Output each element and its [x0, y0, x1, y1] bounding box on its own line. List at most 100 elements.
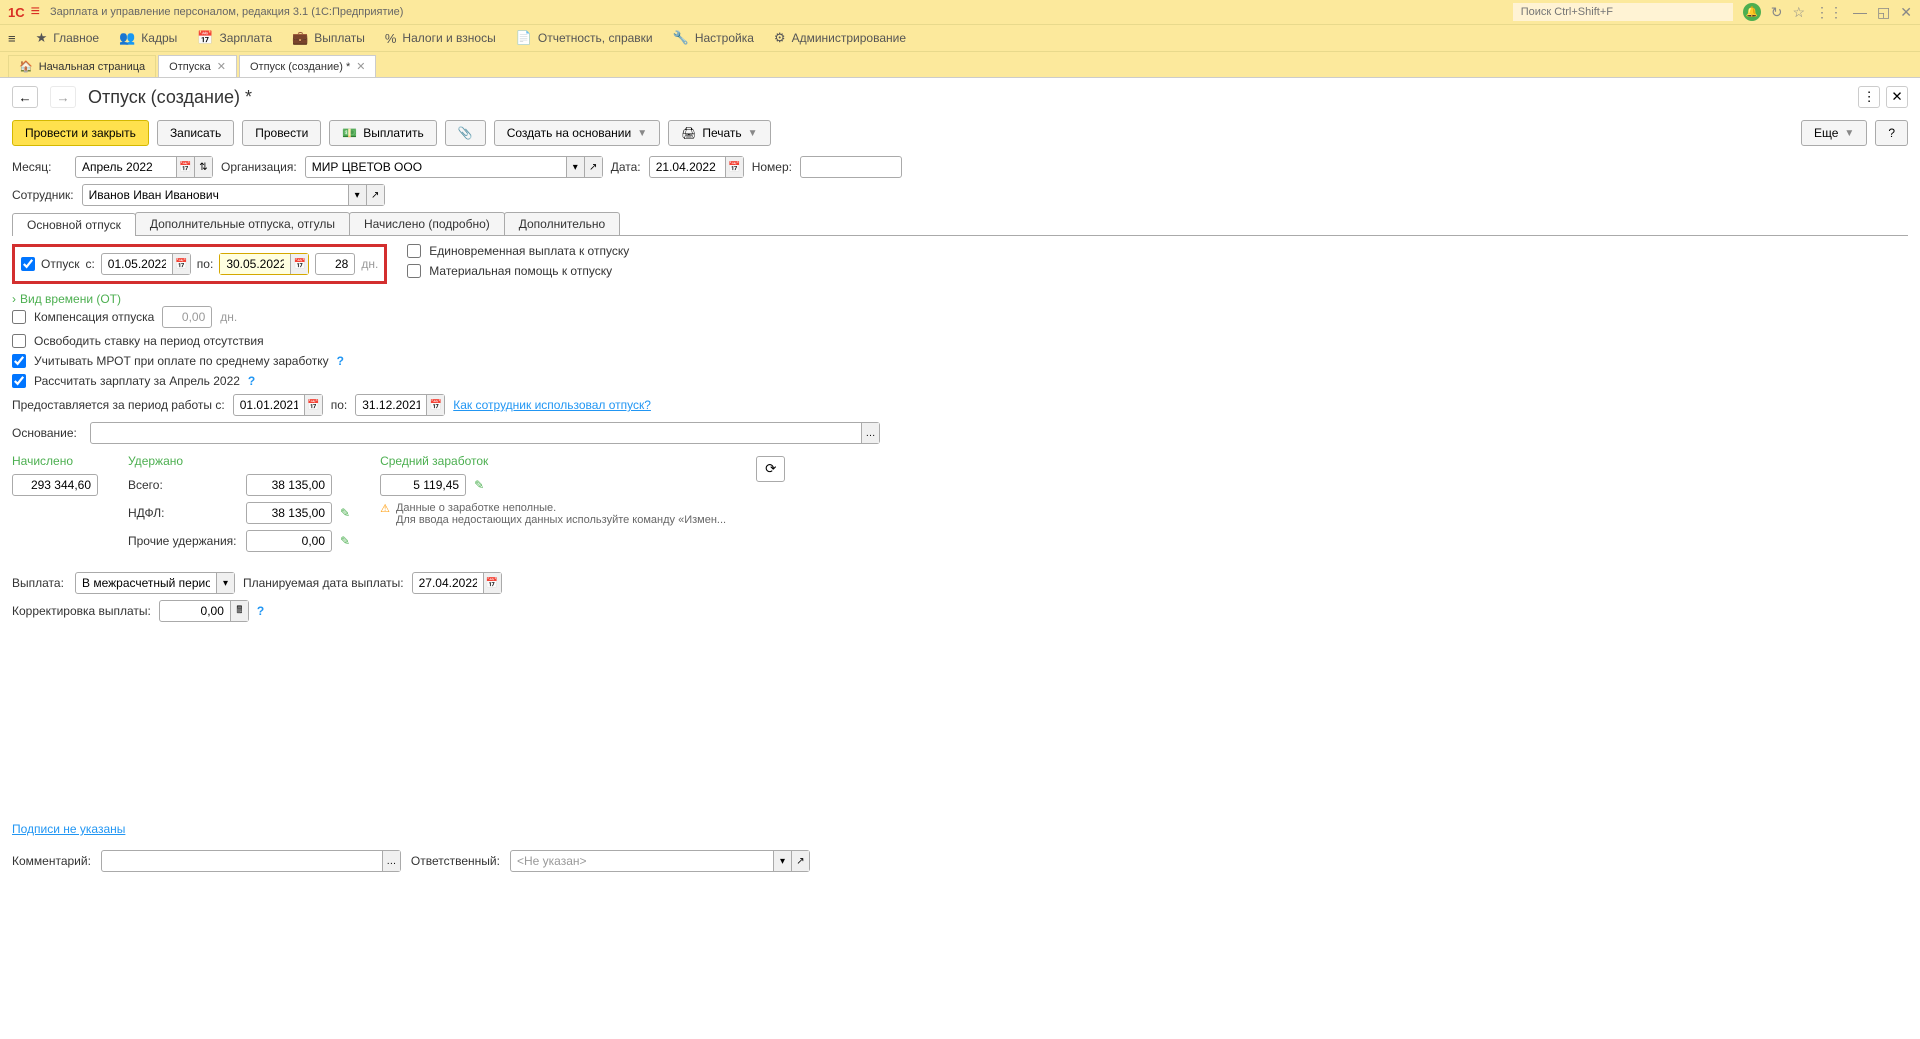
- calc-icon[interactable]: 🖩: [230, 601, 248, 621]
- menu-salary[interactable]: 📅Зарплата: [197, 30, 272, 46]
- star-icon[interactable]: ☆: [1792, 4, 1805, 21]
- menu-taxes[interactable]: %Налоги и взносы: [385, 31, 496, 46]
- tab-vacation-create[interactable]: Отпуск (создание) * ✕: [239, 55, 376, 77]
- period-to-input[interactable]: [356, 395, 426, 415]
- org-input[interactable]: [306, 157, 566, 177]
- org-field[interactable]: ▾ ↗: [305, 156, 603, 178]
- dropdown-icon[interactable]: ▾: [216, 573, 234, 593]
- close-icon[interactable]: ✕: [356, 60, 365, 73]
- close-icon[interactable]: ✕: [1900, 4, 1912, 21]
- print-button[interactable]: 🖨Печать▼: [668, 120, 770, 146]
- settings-icon[interactable]: ⋮⋮: [1815, 4, 1843, 21]
- number-field[interactable]: [800, 156, 902, 178]
- month-input[interactable]: [76, 157, 176, 177]
- corr-field[interactable]: 🖩: [159, 600, 249, 622]
- comment-field[interactable]: …: [101, 850, 401, 872]
- pencil-icon[interactable]: ✎: [474, 478, 484, 492]
- basis-field[interactable]: …: [90, 422, 880, 444]
- onetime-checkbox[interactable]: [407, 244, 421, 258]
- help-icon[interactable]: ?: [337, 354, 344, 368]
- save-button[interactable]: Записать: [157, 120, 234, 146]
- post-close-button[interactable]: Провести и закрыть: [12, 120, 149, 146]
- history-icon[interactable]: ↻: [1771, 4, 1783, 21]
- period-to-field[interactable]: 📅: [355, 394, 445, 416]
- period-from-input[interactable]: [234, 395, 304, 415]
- tab-home[interactable]: 🏠 Начальная страница: [8, 55, 156, 77]
- menu-payments[interactable]: 💼Выплаты: [292, 30, 365, 46]
- corr-input[interactable]: [160, 601, 230, 621]
- menu-toggle-icon[interactable]: ≡: [8, 31, 16, 46]
- free-rate-checkbox[interactable]: [12, 334, 26, 348]
- subtab-main-vacation[interactable]: Основной отпуск: [12, 213, 136, 236]
- help-icon[interactable]: ?: [257, 604, 264, 618]
- date-field[interactable]: 📅: [649, 156, 744, 178]
- payout-select[interactable]: ▾: [75, 572, 235, 594]
- nav-forward-button[interactable]: →: [50, 86, 76, 108]
- menu-personnel[interactable]: 👥Кадры: [119, 30, 177, 46]
- date-input[interactable]: [650, 157, 725, 177]
- minimize-icon[interactable]: —: [1853, 4, 1867, 20]
- comp-days-field[interactable]: [162, 306, 212, 328]
- how-used-link[interactable]: Как сотрудник использовал отпуск?: [453, 398, 651, 412]
- refresh-button[interactable]: ⟳: [756, 456, 785, 482]
- dropdown-icon[interactable]: ▾: [348, 185, 366, 205]
- menu-admin[interactable]: ⚙Администрирование: [774, 30, 906, 46]
- pencil-icon[interactable]: ✎: [340, 534, 350, 548]
- post-button[interactable]: Провести: [242, 120, 321, 146]
- signatures-link[interactable]: Подписи не указаны: [0, 814, 137, 844]
- mat-help-checkbox[interactable]: [407, 264, 421, 278]
- close-icon[interactable]: ✕: [217, 60, 226, 73]
- compensation-checkbox[interactable]: [12, 310, 26, 324]
- maximize-icon[interactable]: ◱: [1877, 4, 1890, 21]
- page-close-button[interactable]: ✕: [1886, 86, 1908, 108]
- vacation-checkbox[interactable]: [21, 257, 35, 271]
- calendar-icon[interactable]: 📅: [426, 395, 444, 415]
- search-input[interactable]: [1513, 3, 1733, 21]
- subtab-accrued-detail[interactable]: Начислено (подробно): [349, 212, 505, 235]
- subtab-extra[interactable]: Дополнительно: [504, 212, 620, 235]
- vacation-to-field[interactable]: 📅: [219, 253, 309, 275]
- menu-main[interactable]: ★Главное: [36, 30, 100, 46]
- bell-icon[interactable]: 🔔: [1743, 3, 1761, 21]
- create-based-button[interactable]: Создать на основании▼: [494, 120, 660, 146]
- ellipsis-icon[interactable]: …: [861, 423, 879, 443]
- responsible-input[interactable]: [511, 851, 773, 871]
- basis-input[interactable]: [91, 423, 861, 443]
- menu-settings[interactable]: 🔧Настройка: [673, 30, 754, 46]
- calendar-icon[interactable]: 📅: [304, 395, 322, 415]
- nav-back-button[interactable]: ←: [12, 86, 38, 108]
- tab-vacations[interactable]: Отпуска ✕: [158, 55, 237, 77]
- calendar-icon[interactable]: 📅: [483, 573, 501, 593]
- time-type-toggle[interactable]: ›Вид времени (ОТ): [12, 292, 1908, 306]
- hamburger-icon[interactable]: ≡: [31, 3, 40, 21]
- number-input[interactable]: [801, 157, 901, 177]
- plan-date-field[interactable]: 📅: [412, 572, 502, 594]
- ndfl-input[interactable]: [246, 502, 332, 524]
- pay-button[interactable]: 💵Выплатить: [329, 120, 436, 146]
- stepper-icon[interactable]: ⇅: [194, 157, 212, 177]
- vacation-days-input[interactable]: [316, 254, 354, 274]
- vacation-from-field[interactable]: 📅: [101, 253, 191, 275]
- employee-input[interactable]: [83, 185, 348, 205]
- responsible-field[interactable]: ▾ ↗: [510, 850, 810, 872]
- plan-date-input[interactable]: [413, 573, 483, 593]
- menu-reports[interactable]: 📄Отчетность, справки: [516, 30, 653, 46]
- attach-button[interactable]: 📎: [445, 120, 486, 146]
- employee-field[interactable]: ▾ ↗: [82, 184, 385, 206]
- vacation-to-input[interactable]: [220, 254, 290, 274]
- other-input[interactable]: [246, 530, 332, 552]
- avg-input[interactable]: [380, 474, 466, 496]
- more-button[interactable]: Еще▼: [1801, 120, 1867, 146]
- withheld-total-input[interactable]: [246, 474, 332, 496]
- calc-salary-checkbox[interactable]: [12, 374, 26, 388]
- help-button[interactable]: ?: [1875, 120, 1908, 146]
- ellipsis-icon[interactable]: …: [382, 851, 400, 871]
- help-icon[interactable]: ?: [248, 374, 255, 388]
- open-icon[interactable]: ↗: [791, 851, 809, 871]
- calendar-icon[interactable]: 📅: [172, 254, 190, 274]
- open-icon[interactable]: ↗: [366, 185, 384, 205]
- open-icon[interactable]: ↗: [584, 157, 602, 177]
- comment-input[interactable]: [102, 851, 382, 871]
- calendar-icon[interactable]: 📅: [725, 157, 743, 177]
- payout-input[interactable]: [76, 573, 216, 593]
